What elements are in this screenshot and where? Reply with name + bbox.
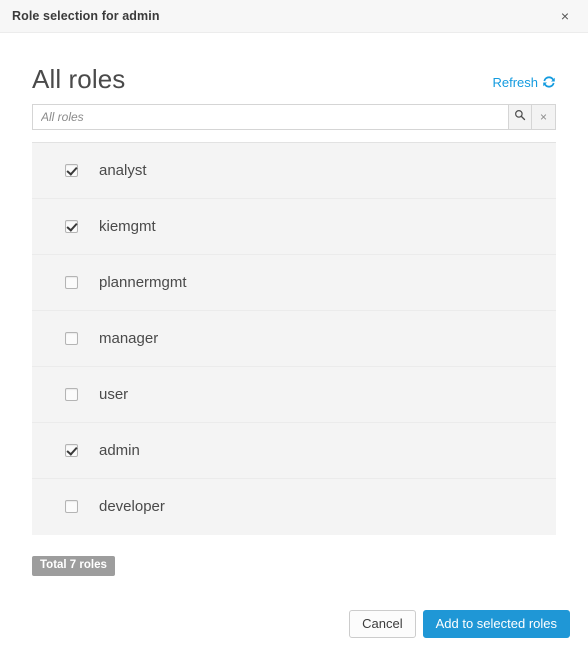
refresh-label: Refresh — [492, 74, 538, 90]
role-name: admin — [99, 441, 140, 459]
role-name: kiemgmt — [99, 217, 156, 235]
sync-refresh-icon — [542, 75, 556, 89]
add-to-selected-roles-button[interactable]: Add to selected roles — [422, 609, 570, 638]
search-button[interactable] — [508, 103, 532, 130]
table-row[interactable]: analyst — [32, 143, 556, 199]
table-row[interactable]: kiemgmt — [32, 199, 556, 255]
dialog-body: All roles Refresh All roles × analyst ki… — [0, 33, 588, 577]
dialog-header: Role selection for admin × — [0, 0, 588, 33]
role-checkbox[interactable] — [65, 443, 78, 457]
page-title: All roles — [32, 64, 126, 94]
cancel-button[interactable]: Cancel — [349, 609, 416, 638]
total-row: Total 7 roles — [32, 555, 556, 577]
role-selection-dialog: Role selection for admin × All roles Ref… — [0, 0, 588, 658]
magnifier-icon — [514, 109, 526, 124]
dialog-footer: Cancel Add to selected roles — [0, 604, 588, 658]
role-name: user — [99, 385, 129, 403]
role-checkbox[interactable] — [65, 275, 78, 289]
role-list: analyst kiemgmt plannermgmt manager user — [32, 141, 556, 535]
role-checkbox[interactable] — [65, 387, 78, 401]
table-row[interactable]: plannermgmt — [32, 255, 556, 311]
refresh-button[interactable]: Refresh — [492, 75, 556, 94]
role-checkbox[interactable] — [65, 500, 78, 514]
table-row[interactable]: developer — [32, 479, 556, 535]
search-bar: × — [32, 103, 556, 130]
table-row[interactable]: admin — [32, 423, 556, 479]
role-name: plannermgmt — [99, 273, 187, 291]
panel-title-row: All roles Refresh — [32, 33, 556, 100]
clear-search-button[interactable]: × — [532, 103, 556, 130]
role-checkbox[interactable] — [65, 219, 78, 233]
table-row[interactable]: manager — [32, 311, 556, 367]
role-name: developer — [99, 498, 165, 516]
role-checkbox[interactable] — [65, 163, 78, 177]
status-badge: Total 7 roles — [32, 555, 115, 577]
role-name: analyst — [99, 161, 147, 179]
dialog-title: Role selection for admin — [12, 9, 160, 23]
table-row[interactable]: user — [32, 367, 556, 423]
role-checkbox[interactable] — [65, 331, 78, 345]
search-input[interactable] — [32, 103, 508, 130]
close-icon[interactable]: × — [556, 7, 574, 25]
role-name: manager — [99, 329, 159, 347]
